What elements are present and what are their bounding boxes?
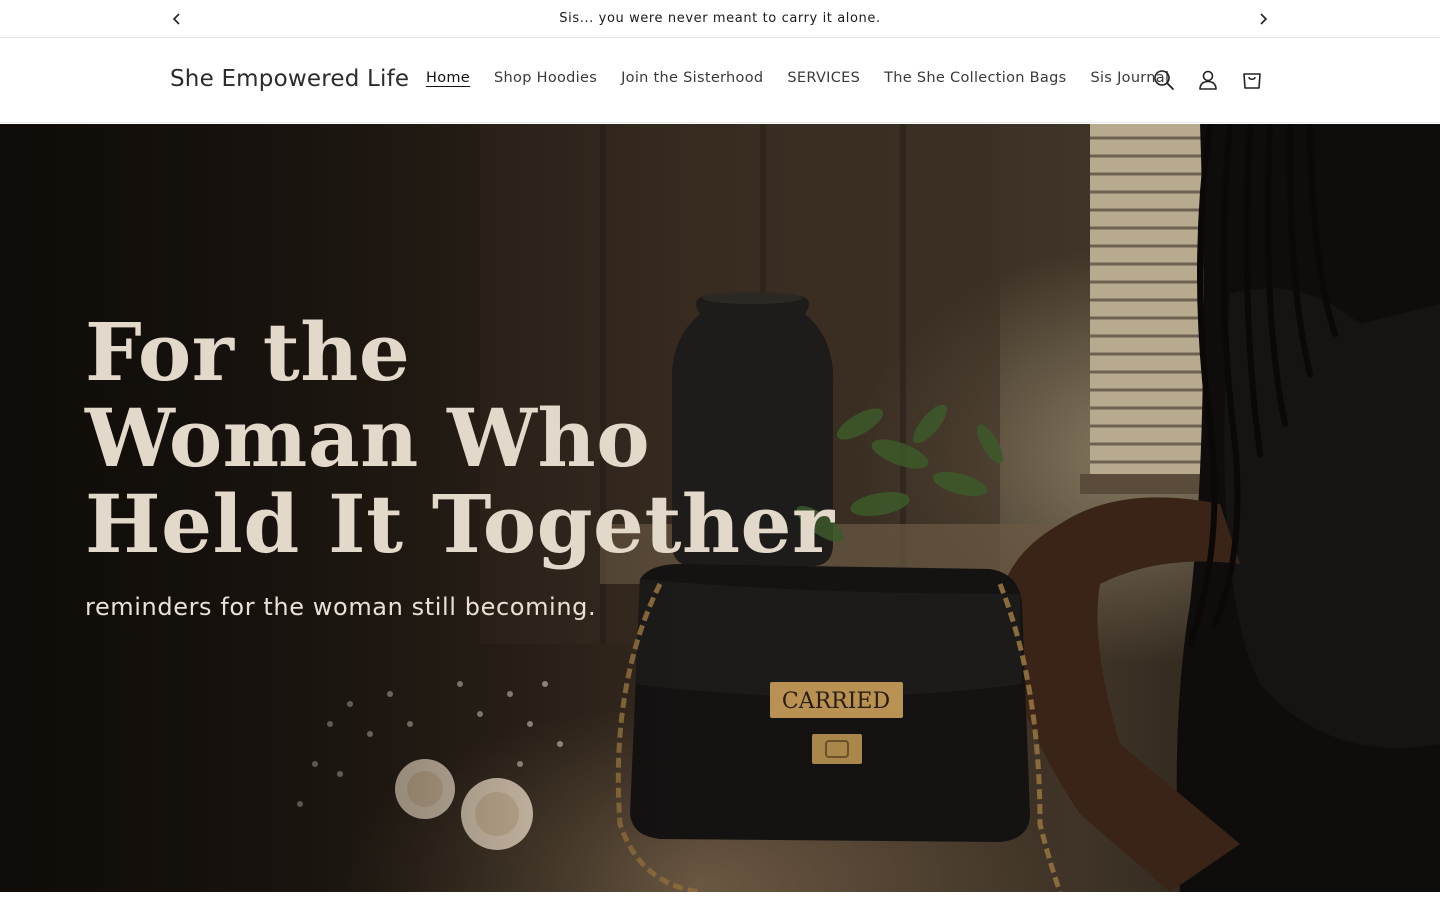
announcement-next-button[interactable] [1253,9,1273,29]
nav-shop-hoodies[interactable]: Shop Hoodies [482,70,609,86]
hero-subtitle: reminders for the woman still becoming. [85,593,597,621]
nav-she-collection-bags[interactable]: The She Collection Bags [872,70,1078,86]
chevron-right-icon [1260,13,1268,25]
header-icons [1150,66,1266,94]
hero-text-block: For the Woman Who Held It Together remin… [85,309,835,621]
announcement-prev-button[interactable] [167,9,187,29]
account-button[interactable] [1194,66,1222,94]
cart-button[interactable] [1238,66,1266,94]
site-logo[interactable]: She Empowered Life [170,66,409,92]
hero-banner: CARRIED For the Woman Who Held It Togeth… [0,124,1440,892]
nav-join-sisterhood[interactable]: Join the Sisterhood [609,70,775,86]
account-icon [1199,70,1217,90]
announcement-message: Sis... you were never meant to carry it … [559,11,881,26]
announcement-bar: Sis... you were never meant to carry it … [0,0,1440,38]
cart-icon [1243,73,1261,89]
chevron-left-icon [172,13,180,25]
main-nav: Home Shop Hoodies Join the Sisterhood SE… [414,70,1181,86]
nav-home[interactable]: Home [414,70,482,86]
site-header: She Empowered Life Home Shop Hoodies Joi… [0,38,1440,123]
search-button[interactable] [1150,66,1178,94]
search-icon [1154,70,1174,90]
bag-plate-text: CARRIED [782,689,890,714]
hero-title: For the Woman Who Held It Together [85,305,835,571]
page-bottom-strip [0,892,1440,900]
nav-services[interactable]: SERVICES [775,70,872,86]
person-silhouette [998,124,1440,892]
